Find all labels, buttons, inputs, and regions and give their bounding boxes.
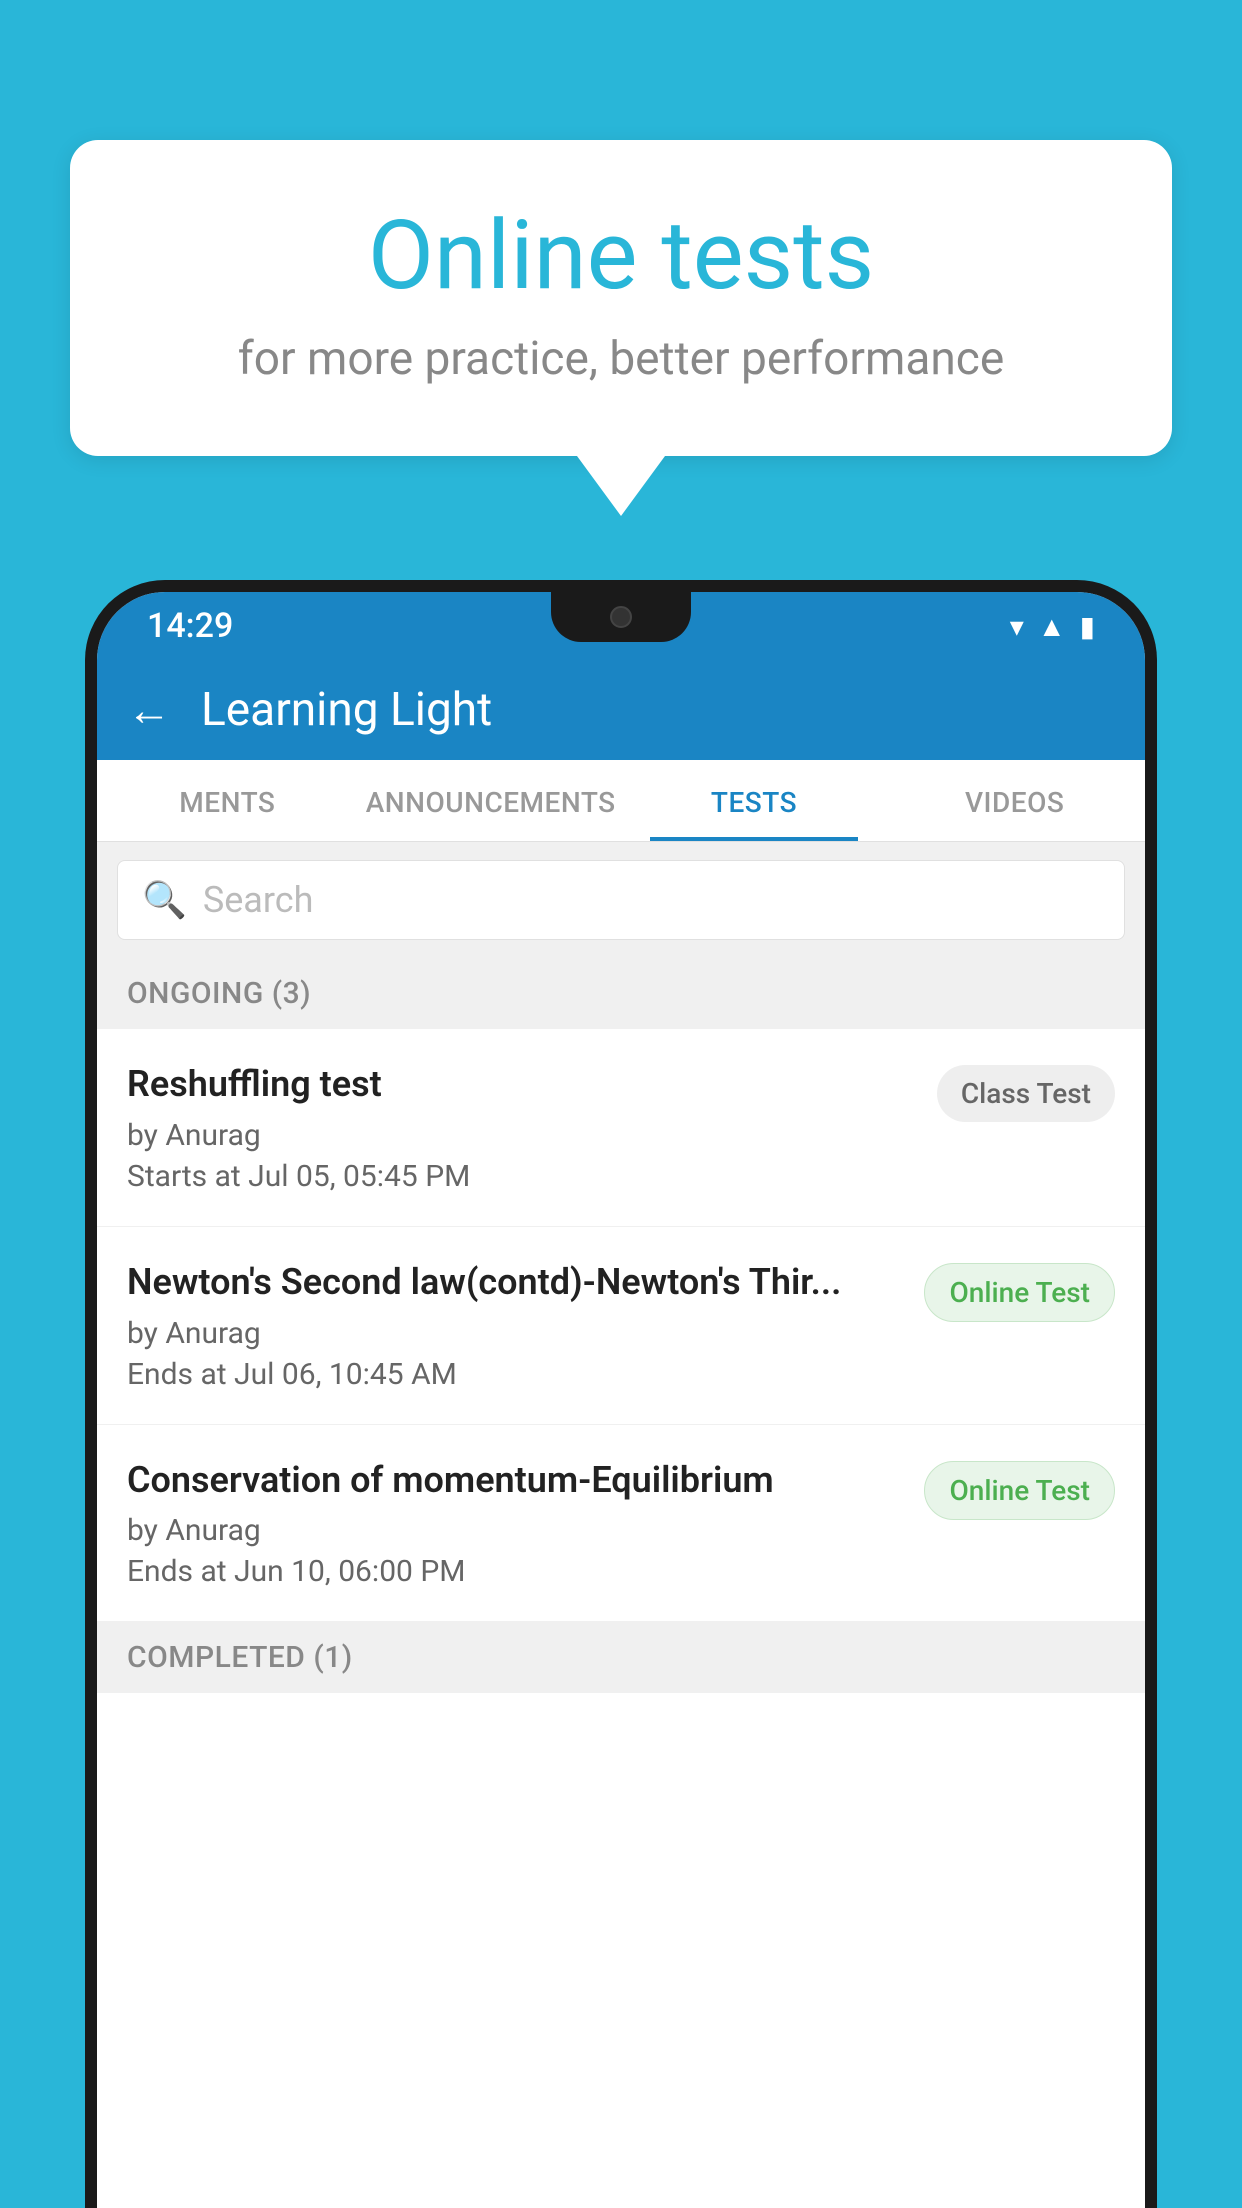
app-header: ← Learning Light bbox=[97, 660, 1145, 760]
test-author: by Anurag bbox=[127, 1513, 904, 1548]
test-badge: Class Test bbox=[937, 1065, 1115, 1122]
phone-frame: 14:29 ▾ ▲ ▮ ← Learning Light MENTS ANNOU… bbox=[85, 580, 1157, 2208]
completed-section-header: COMPLETED (1) bbox=[97, 1622, 1145, 1693]
test-date: Starts at Jul 05, 05:45 PM bbox=[127, 1159, 917, 1194]
status-bar: 14:29 ▾ ▲ ▮ bbox=[97, 592, 1145, 660]
test-item[interactable]: Conservation of momentum-Equilibrium by … bbox=[97, 1425, 1145, 1623]
speech-bubble-container: Online tests for more practice, better p… bbox=[70, 140, 1172, 516]
test-info: Conservation of momentum-Equilibrium by … bbox=[127, 1457, 904, 1590]
tab-announcements[interactable]: ANNOUNCEMENTS bbox=[358, 760, 624, 841]
phone-notch bbox=[551, 592, 691, 642]
status-time: 14:29 bbox=[147, 606, 233, 646]
speech-bubble-title: Online tests bbox=[150, 200, 1092, 312]
tab-ments[interactable]: MENTS bbox=[97, 760, 358, 841]
test-author: by Anurag bbox=[127, 1316, 904, 1351]
test-date: Ends at Jun 10, 06:00 PM bbox=[127, 1554, 904, 1589]
test-author: by Anurag bbox=[127, 1118, 917, 1153]
signal-icon: ▲ bbox=[1038, 610, 1066, 643]
test-badge: Online Test bbox=[924, 1263, 1115, 1322]
phone-inner: 14:29 ▾ ▲ ▮ ← Learning Light MENTS ANNOU… bbox=[97, 592, 1145, 2208]
search-placeholder: Search bbox=[203, 879, 314, 921]
status-icons: ▾ ▲ ▮ bbox=[1010, 610, 1095, 643]
test-name: Reshuffling test bbox=[127, 1061, 917, 1108]
back-button[interactable]: ← bbox=[127, 684, 171, 736]
test-badge: Online Test bbox=[924, 1461, 1115, 1520]
search-container: 🔍 Search bbox=[97, 842, 1145, 958]
front-camera bbox=[610, 606, 632, 628]
tab-videos[interactable]: VIDEOS bbox=[884, 760, 1145, 841]
search-bar[interactable]: 🔍 Search bbox=[117, 860, 1125, 940]
test-list: Reshuffling test by Anurag Starts at Jul… bbox=[97, 1029, 1145, 2208]
search-icon: 🔍 bbox=[142, 879, 187, 921]
wifi-icon: ▾ bbox=[1010, 610, 1024, 643]
test-info: Newton's Second law(contd)-Newton's Thir… bbox=[127, 1259, 904, 1392]
app-title: Learning Light bbox=[201, 683, 492, 737]
test-item[interactable]: Reshuffling test by Anurag Starts at Jul… bbox=[97, 1029, 1145, 1227]
ongoing-section-header: ONGOING (3) bbox=[97, 958, 1145, 1029]
test-info: Reshuffling test by Anurag Starts at Jul… bbox=[127, 1061, 917, 1194]
speech-bubble-arrow bbox=[577, 456, 665, 516]
tab-bar: MENTS ANNOUNCEMENTS TESTS VIDEOS bbox=[97, 760, 1145, 842]
phone-screen: 14:29 ▾ ▲ ▮ ← Learning Light MENTS ANNOU… bbox=[97, 592, 1145, 2208]
test-date: Ends at Jul 06, 10:45 AM bbox=[127, 1357, 904, 1392]
test-name: Newton's Second law(contd)-Newton's Thir… bbox=[127, 1259, 904, 1306]
test-item[interactable]: Newton's Second law(contd)-Newton's Thir… bbox=[97, 1227, 1145, 1425]
battery-icon: ▮ bbox=[1080, 610, 1095, 643]
speech-bubble-subtitle: for more practice, better performance bbox=[150, 332, 1092, 386]
tab-tests[interactable]: TESTS bbox=[624, 760, 885, 841]
test-name: Conservation of momentum-Equilibrium bbox=[127, 1457, 904, 1504]
speech-bubble: Online tests for more practice, better p… bbox=[70, 140, 1172, 456]
